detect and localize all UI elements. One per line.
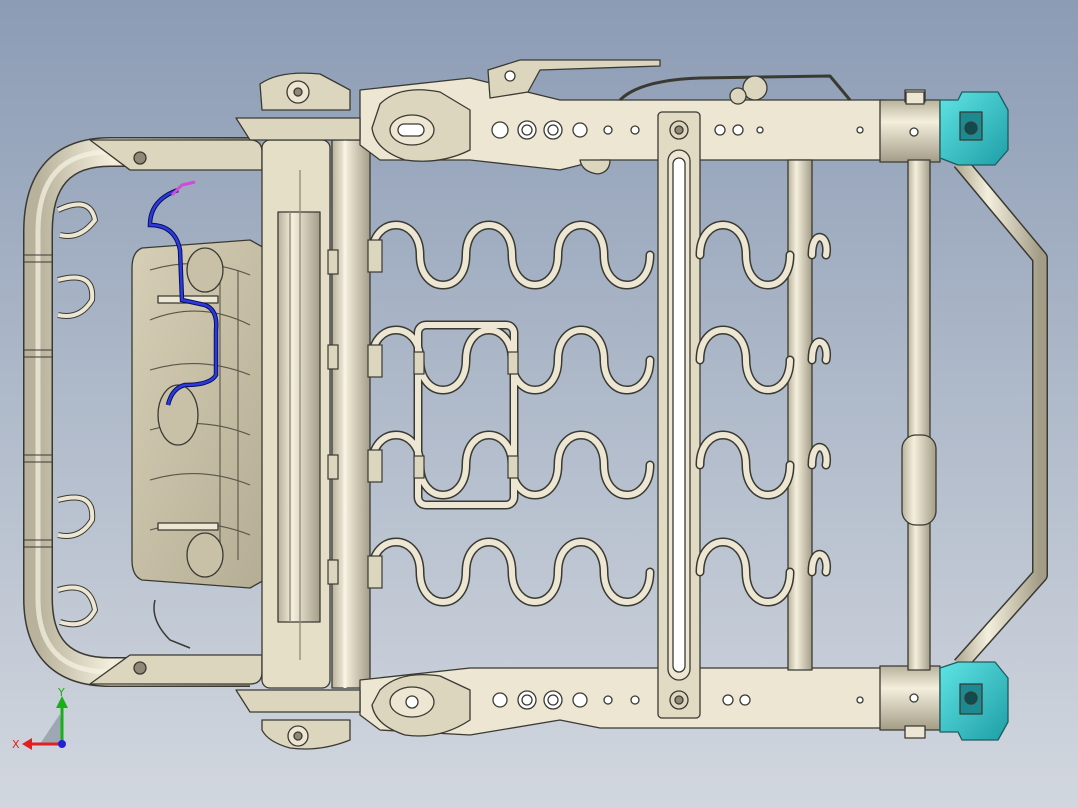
- rear-vertical-rods: [787, 91, 937, 671]
- adjuster-hardware-bottom: [235, 689, 361, 750]
- cad-viewport[interactable]: Y X: [0, 0, 1078, 808]
- center-slotted-strap: [657, 111, 701, 719]
- front-seat-pan: [131, 239, 269, 589]
- triad-plane: [40, 714, 64, 744]
- sinuous-springs: [327, 225, 827, 602]
- right-side-rail: [359, 665, 941, 739]
- left-side-rail: [359, 77, 941, 175]
- z-axis-marker: [58, 740, 66, 748]
- front-cross-tube: [261, 139, 371, 689]
- rear-bent-wire: [953, 156, 1048, 671]
- coordinate-triad: Y X: [12, 686, 68, 750]
- seat-frame-model[interactable]: [0, 0, 1078, 808]
- x-axis-label: X: [12, 738, 20, 750]
- seat-latch-top: [939, 91, 1009, 166]
- x-axis-arrowhead: [22, 738, 32, 750]
- y-axis-label: Y: [57, 686, 65, 699]
- seat-latch-bottom: [939, 661, 1009, 741]
